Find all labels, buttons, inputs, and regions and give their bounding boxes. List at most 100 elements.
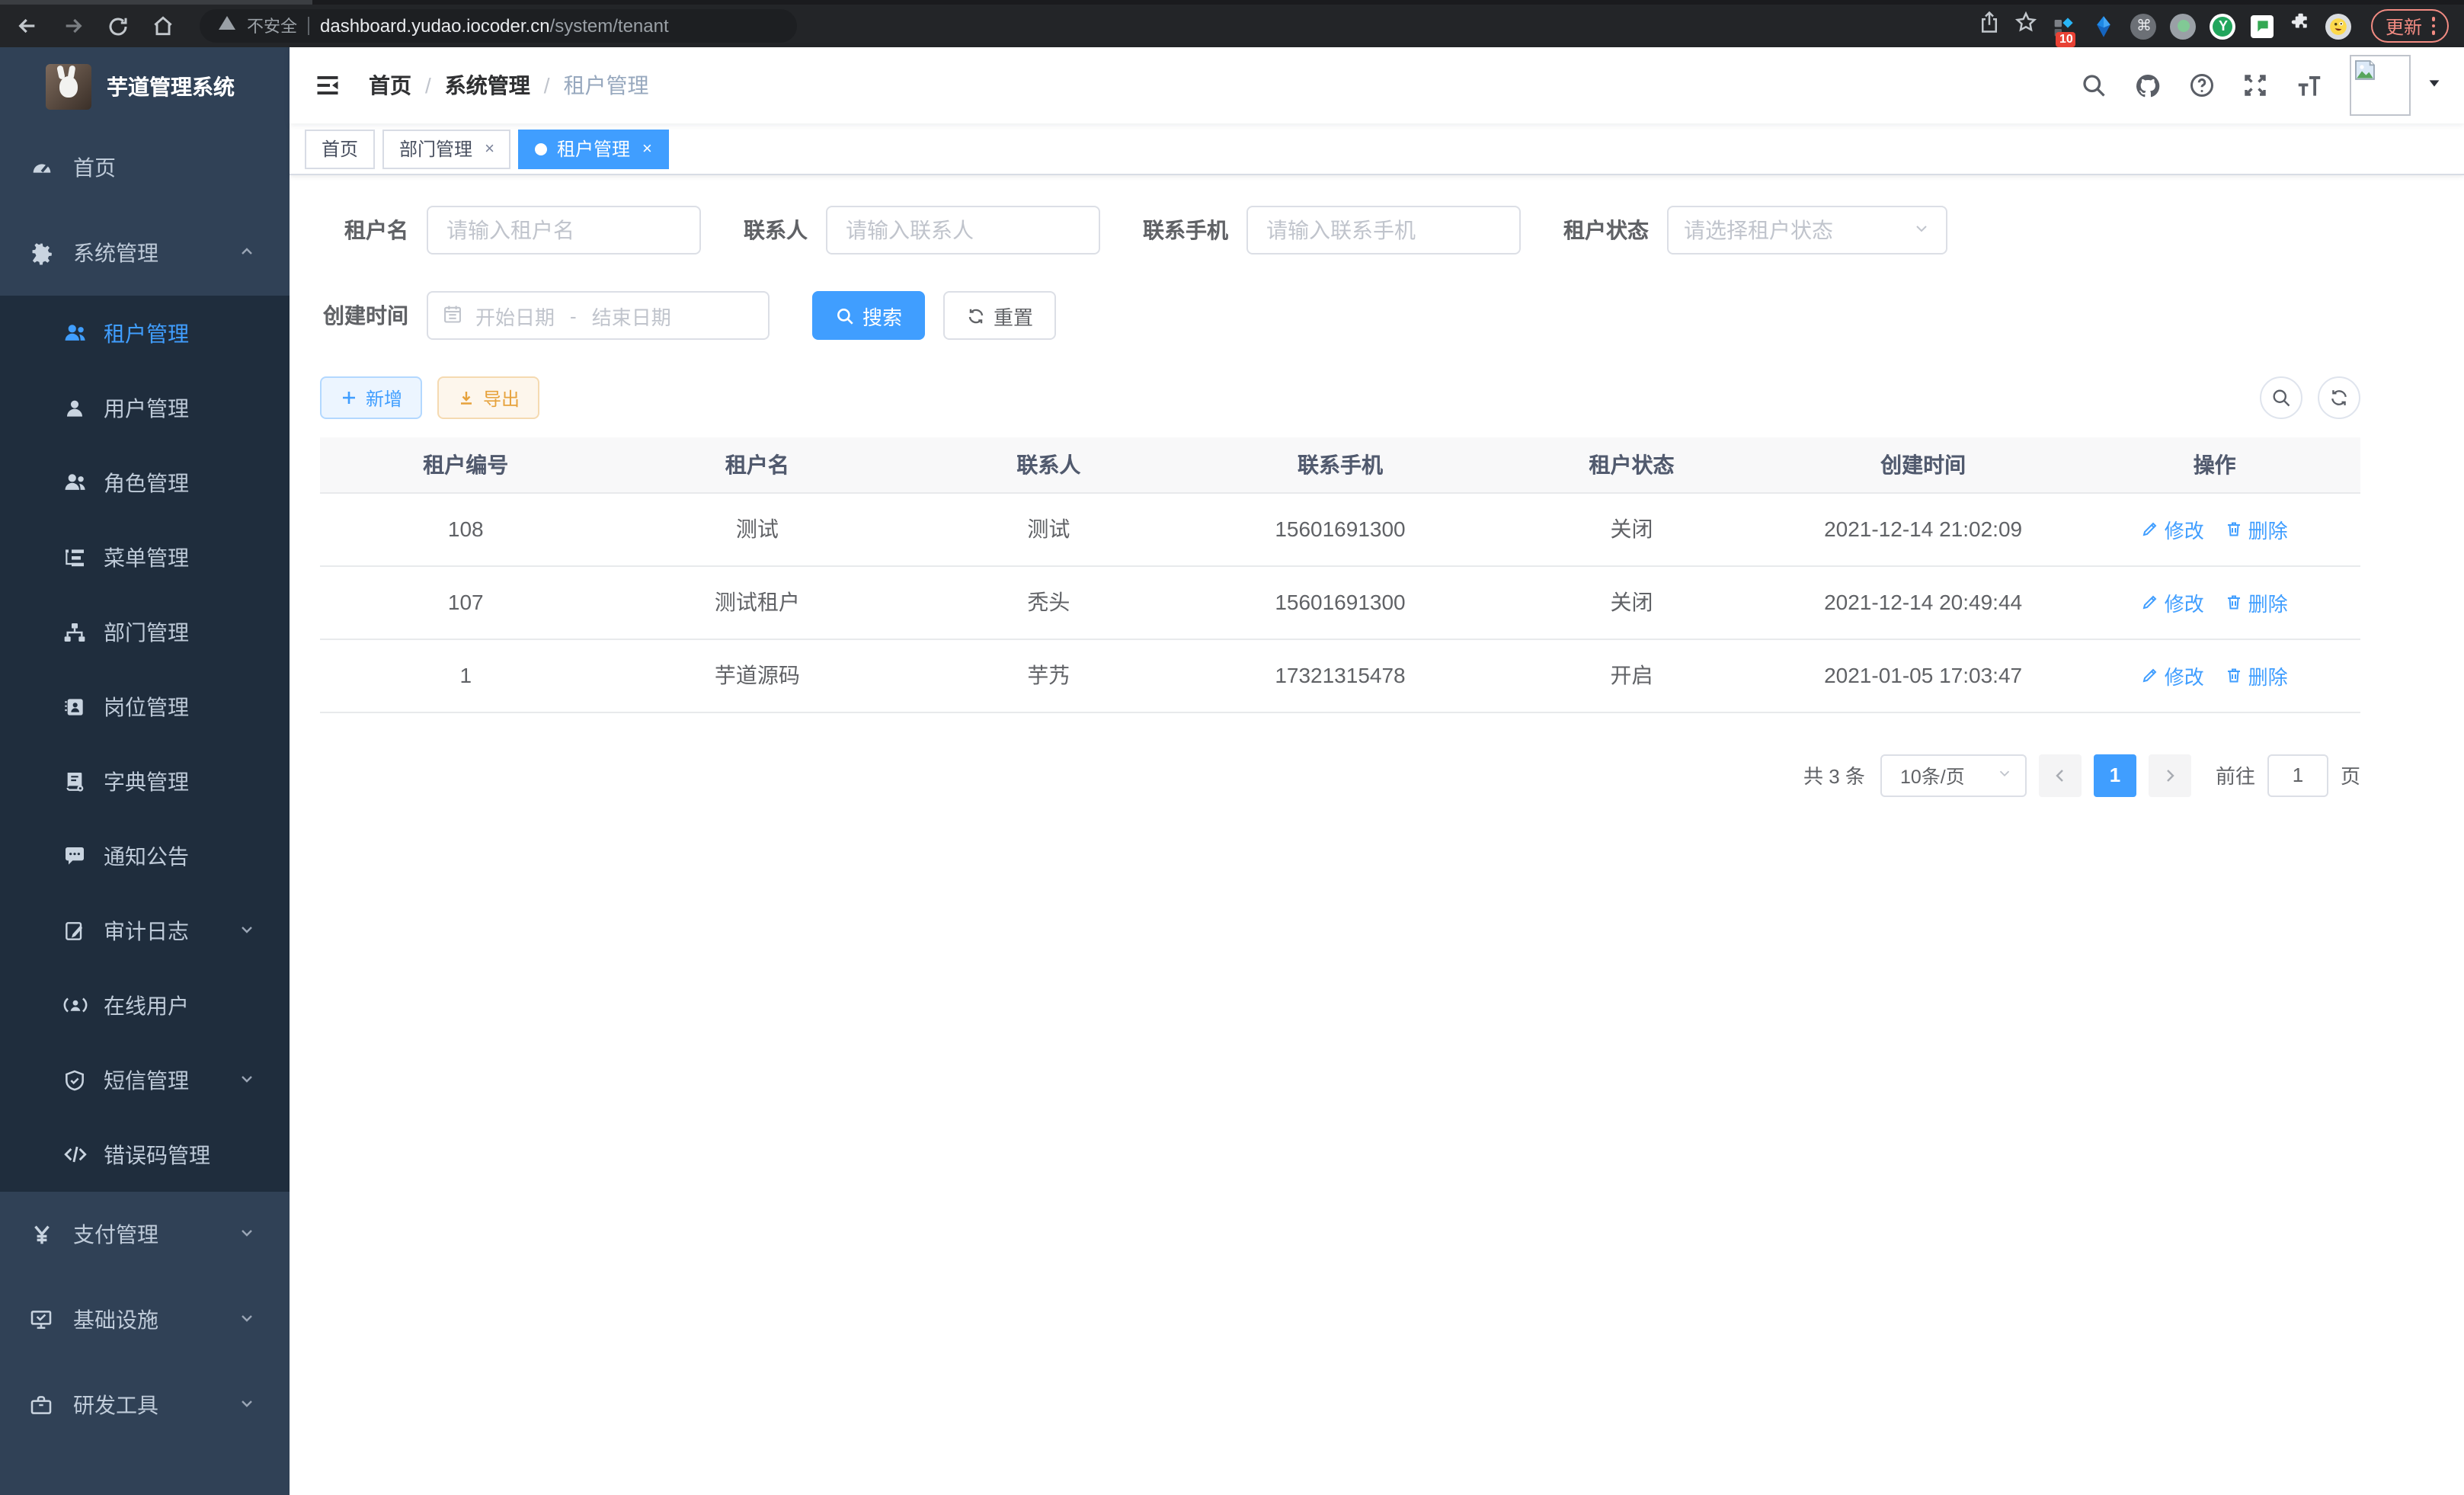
search-button[interactable]: 搜索 bbox=[812, 291, 925, 340]
sidebar-item-tenant[interactable]: 租户管理 bbox=[0, 296, 290, 370]
export-button[interactable]: 导出 bbox=[437, 376, 539, 419]
badge-icon bbox=[61, 694, 88, 719]
menu-tree-icon bbox=[61, 545, 88, 569]
tag-close-icon[interactable]: × bbox=[485, 139, 494, 158]
toggle-search-button[interactable] bbox=[2260, 376, 2302, 419]
sidebar-item-infra[interactable]: 基础设施 bbox=[0, 1277, 290, 1362]
sidebar-item-audit-log[interactable]: 审计日志 bbox=[0, 893, 290, 968]
sidebar-item-home[interactable]: 首页 bbox=[0, 125, 290, 210]
end-date-placeholder: 结束日期 bbox=[592, 301, 671, 330]
status-text: 开启 bbox=[1486, 639, 1778, 712]
table-row: 108 测试 测试 15601691300 关闭 2021-12-14 21:0… bbox=[320, 492, 2360, 565]
back-icon[interactable] bbox=[15, 14, 40, 38]
delete-link[interactable]: 删除 bbox=[2226, 514, 2288, 543]
sidebar-item-sms[interactable]: 短信管理 bbox=[0, 1042, 290, 1117]
extensions-puzzle-icon[interactable] bbox=[2290, 11, 2312, 41]
start-date-placeholder: 开始日期 bbox=[475, 301, 555, 330]
app-title: 芋道管理系统 bbox=[107, 71, 235, 101]
broken-avatar-image-icon bbox=[2350, 55, 2411, 116]
next-page-button[interactable] bbox=[2149, 754, 2191, 796]
sidebar-item-dev-tools[interactable]: 研发工具 bbox=[0, 1362, 290, 1448]
avatar-caret-icon[interactable] bbox=[2426, 72, 2443, 99]
page-number-1[interactable]: 1 bbox=[2094, 754, 2136, 796]
status-select[interactable]: 请选择租户状态 bbox=[1667, 206, 1947, 255]
sidebar-item-system[interactable]: 系统管理 bbox=[0, 210, 290, 296]
user-avatar[interactable] bbox=[2350, 55, 2443, 116]
online-user-icon bbox=[61, 992, 88, 1018]
edit-link[interactable]: 修改 bbox=[2142, 587, 2204, 616]
mobile-input[interactable] bbox=[1246, 206, 1521, 255]
tag-home[interactable]: 首页 bbox=[305, 129, 375, 168]
sidebar-item-online-user[interactable]: 在线用户 bbox=[0, 968, 290, 1042]
bookmark-star-icon[interactable] bbox=[2015, 11, 2038, 41]
extension-kite-icon[interactable] bbox=[2091, 13, 2117, 39]
sidebar-item-dept[interactable]: 部门管理 bbox=[0, 594, 290, 669]
fullscreen-icon[interactable] bbox=[2242, 72, 2269, 99]
font-size-icon[interactable] bbox=[2295, 71, 2324, 100]
home-icon[interactable] bbox=[151, 14, 175, 38]
forward-icon[interactable] bbox=[61, 14, 85, 38]
extension-tag-manager-icon[interactable]: 10 bbox=[2052, 13, 2078, 39]
browser-update-button[interactable]: 更新 bbox=[2372, 9, 2449, 43]
col-status: 租户状态 bbox=[1486, 437, 1778, 492]
tag-dept[interactable]: 部门管理 × bbox=[382, 129, 511, 168]
reload-icon[interactable] bbox=[107, 14, 130, 37]
goto-page-input[interactable] bbox=[2267, 754, 2328, 796]
reset-button[interactable]: 重置 bbox=[943, 291, 1056, 340]
help-icon[interactable] bbox=[2188, 72, 2216, 99]
user-icon bbox=[61, 395, 88, 420]
page-size-select[interactable]: 10条/页 bbox=[1880, 754, 2027, 796]
sidebar-item-dict[interactable]: 字典管理 bbox=[0, 744, 290, 818]
tag-tenant-active[interactable]: 租户管理 × bbox=[519, 129, 669, 168]
sidebar-item-pay[interactable]: 支付管理 bbox=[0, 1192, 290, 1277]
pagination: 共 3 条 10条/页 1 前往 页 bbox=[320, 754, 2360, 796]
extension-badge: 10 bbox=[2056, 31, 2076, 46]
extension-chat-icon[interactable] bbox=[2250, 13, 2276, 39]
contact-input[interactable] bbox=[826, 206, 1100, 255]
edit-link[interactable]: 修改 bbox=[2142, 514, 2204, 543]
chevron-down-icon bbox=[238, 918, 256, 943]
extension-record-icon[interactable] bbox=[2171, 13, 2197, 39]
sidebar-item-user[interactable]: 用户管理 bbox=[0, 370, 290, 445]
sidebar-item-notice[interactable]: 通知公告 bbox=[0, 818, 290, 893]
pay-yen-icon bbox=[27, 1221, 55, 1247]
browser-toolbar: 不安全 dashboard.yudao.iocoder.cn/system/te… bbox=[0, 5, 2464, 47]
breadcrumb-system[interactable]: 系统管理 bbox=[445, 70, 530, 101]
tag-close-icon[interactable]: × bbox=[642, 139, 652, 158]
chevron-down-icon bbox=[238, 1393, 256, 1417]
url-divider bbox=[308, 17, 309, 35]
sidebar-item-error-code[interactable]: 错误码管理 bbox=[0, 1117, 290, 1192]
address-bar[interactable]: 不安全 dashboard.yudao.iocoder.cn/system/te… bbox=[200, 9, 797, 43]
app-logo[interactable]: 芋道管理系统 bbox=[0, 47, 290, 125]
github-icon[interactable] bbox=[2133, 71, 2162, 100]
delete-link[interactable]: 删除 bbox=[2226, 661, 2288, 690]
refresh-table-button[interactable] bbox=[2318, 376, 2360, 419]
sidebar: 芋道管理系统 首页 系统管理 租户管理 bbox=[0, 47, 290, 1495]
extension-command-icon[interactable]: ⌘ bbox=[2131, 13, 2157, 39]
browser-menu-icon[interactable] bbox=[2431, 18, 2435, 35]
dashboard-icon bbox=[27, 155, 55, 181]
tenant-name-input[interactable] bbox=[427, 206, 701, 255]
profile-avatar-icon[interactable] bbox=[2326, 13, 2352, 39]
error-code-icon bbox=[61, 1141, 88, 1167]
table-toolbar: 新增 导出 bbox=[320, 376, 2360, 419]
header-search-icon[interactable] bbox=[2080, 72, 2107, 99]
sidebar-collapse-icon[interactable] bbox=[314, 72, 341, 99]
create-time-range-picker[interactable]: 开始日期 - 结束日期 bbox=[427, 291, 770, 340]
share-icon[interactable] bbox=[1979, 11, 2002, 41]
add-button[interactable]: 新增 bbox=[320, 376, 422, 419]
extension-y-icon[interactable]: Y bbox=[2210, 13, 2236, 39]
sidebar-item-menu[interactable]: 菜单管理 bbox=[0, 520, 290, 594]
announcement-icon bbox=[61, 844, 88, 868]
top-navbar: 首页 / 系统管理 / 租户管理 bbox=[290, 47, 2464, 123]
delete-link[interactable]: 删除 bbox=[2226, 587, 2288, 616]
browser-tab-strip bbox=[0, 0, 2464, 5]
prev-page-button[interactable] bbox=[2039, 754, 2082, 796]
sidebar-item-post[interactable]: 岗位管理 bbox=[0, 669, 290, 744]
filter-row-2: 创建时间 开始日期 - 结束日期 搜索 bbox=[320, 291, 2360, 340]
sidebar-item-role[interactable]: 角色管理 bbox=[0, 445, 290, 520]
edit-link[interactable]: 修改 bbox=[2142, 661, 2204, 690]
goto-label: 前往 bbox=[2216, 760, 2255, 789]
chevron-down-icon bbox=[1996, 764, 2013, 786]
breadcrumb-home[interactable]: 首页 bbox=[369, 70, 411, 101]
